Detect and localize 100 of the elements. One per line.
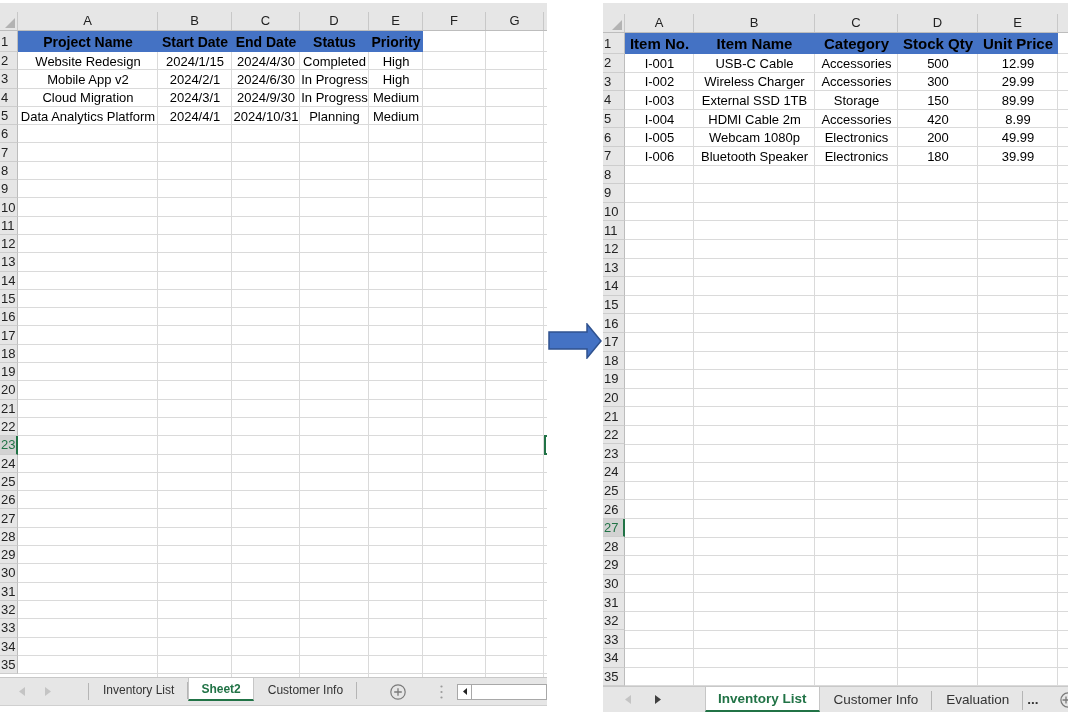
table-cell[interactable]: 2024/6/30 bbox=[232, 70, 300, 89]
table-cell[interactable]: 300 bbox=[898, 72, 978, 92]
caret-left-icon[interactable] bbox=[462, 688, 467, 695]
column-header[interactable]: A bbox=[625, 14, 694, 32]
header-cell[interactable]: Item Name bbox=[694, 33, 815, 54]
table-cell[interactable]: 49.99 bbox=[978, 128, 1058, 147]
sheet-tab[interactable]: Sheet2 bbox=[188, 678, 254, 701]
header-cell[interactable]: Stock Qty bbox=[898, 33, 978, 54]
plus-circle-icon[interactable] bbox=[1058, 691, 1068, 708]
row-header[interactable]: 11 bbox=[603, 221, 625, 240]
more-tabs-button[interactable]: ... bbox=[1025, 692, 1041, 707]
table-cell[interactable]: I-002 bbox=[625, 72, 694, 92]
row-header[interactable]: 6 bbox=[603, 128, 625, 147]
triangle-icon[interactable] bbox=[5, 18, 15, 28]
table-cell[interactable]: Storage bbox=[815, 91, 898, 110]
vertical-dots-icon[interactable] bbox=[440, 684, 444, 699]
table-cell[interactable]: 2024/1/15 bbox=[158, 52, 232, 71]
column-header[interactable]: G bbox=[486, 12, 544, 30]
row-header[interactable]: 6 bbox=[0, 125, 18, 144]
row-header[interactable]: 14 bbox=[603, 277, 625, 296]
table-cell[interactable]: I-004 bbox=[625, 109, 694, 129]
row-header[interactable]: 26 bbox=[0, 491, 18, 510]
table-cell[interactable]: Medium bbox=[369, 106, 423, 126]
row-header[interactable]: 34 bbox=[603, 649, 625, 668]
table-cell[interactable]: 39.99 bbox=[978, 146, 1058, 166]
row-header[interactable]: 24 bbox=[603, 463, 625, 482]
column-header[interactable]: D bbox=[898, 14, 978, 32]
table-cell[interactable]: 200 bbox=[898, 128, 978, 147]
spreadsheet-grid[interactable] bbox=[603, 0, 1068, 686]
table-cell[interactable]: In Progress bbox=[300, 70, 369, 89]
table-cell[interactable]: 2024/4/30 bbox=[232, 52, 300, 71]
triangle-icon[interactable] bbox=[612, 20, 622, 30]
sheet-tab[interactable]: Inventory List bbox=[705, 687, 820, 712]
table-cell[interactable]: 420 bbox=[898, 109, 978, 129]
row-header[interactable]: 9 bbox=[0, 180, 18, 199]
column-header[interactable]: D bbox=[300, 12, 369, 30]
sheet-tab[interactable]: Inventory List bbox=[89, 678, 189, 701]
row-header[interactable]: 21 bbox=[603, 407, 625, 426]
row-header[interactable]: 3 bbox=[0, 70, 18, 89]
table-cell[interactable]: In Progress bbox=[300, 88, 369, 107]
table-cell[interactable]: USB-C Cable bbox=[694, 54, 815, 73]
row-header[interactable]: 9 bbox=[603, 184, 625, 203]
row-header[interactable]: 17 bbox=[0, 326, 18, 345]
row-header[interactable]: 29 bbox=[0, 546, 18, 565]
row-header[interactable]: 19 bbox=[603, 370, 625, 389]
header-cell[interactable]: Status bbox=[300, 31, 369, 52]
row-header[interactable]: 29 bbox=[603, 556, 625, 575]
row-header[interactable]: 28 bbox=[603, 537, 625, 557]
header-cell[interactable]: Item No. bbox=[625, 33, 694, 54]
table-cell[interactable]: Electronics bbox=[815, 146, 898, 166]
sheet-tab[interactable]: Evaluation bbox=[932, 687, 1024, 712]
row-header[interactable]: 30 bbox=[0, 564, 18, 583]
column-header[interactable]: B bbox=[694, 14, 815, 32]
column-header[interactable]: A bbox=[18, 12, 158, 30]
table-cell[interactable]: Cloud Migration bbox=[18, 88, 158, 107]
row-header[interactable]: 27 bbox=[0, 509, 18, 528]
row-header[interactable]: 2 bbox=[603, 54, 625, 73]
table-cell[interactable]: External SSD 1TB bbox=[694, 91, 815, 110]
table-cell[interactable]: 2024/3/1 bbox=[158, 88, 232, 107]
table-cell[interactable]: High bbox=[369, 70, 423, 89]
table-cell[interactable]: HDMI Cable 2m bbox=[694, 109, 815, 129]
table-cell[interactable]: Medium bbox=[369, 88, 423, 107]
table-cell[interactable]: 2024/10/31 bbox=[232, 106, 300, 126]
column-header[interactable]: F bbox=[423, 12, 486, 30]
row-header[interactable]: 2 bbox=[0, 52, 18, 71]
table-cell[interactable]: 2024/9/30 bbox=[232, 88, 300, 107]
table-cell[interactable]: Website Redesign bbox=[18, 52, 158, 71]
caret-right-icon[interactable] bbox=[655, 695, 661, 704]
table-cell[interactable]: Completed bbox=[300, 52, 369, 71]
column-header[interactable]: B bbox=[158, 12, 232, 30]
header-cell[interactable]: Priority bbox=[369, 31, 423, 52]
scroll-left-button[interactable] bbox=[457, 683, 473, 700]
header-cell[interactable]: Start Date bbox=[158, 31, 232, 52]
column-header[interactable]: C bbox=[232, 12, 300, 30]
column-header[interactable]: E bbox=[369, 12, 423, 30]
table-cell[interactable]: Accessories bbox=[815, 72, 898, 92]
header-cell[interactable]: Unit Price bbox=[978, 33, 1058, 54]
row-header[interactable]: 33 bbox=[0, 619, 18, 638]
header-cell[interactable]: Category bbox=[815, 33, 898, 54]
table-cell[interactable]: 8.99 bbox=[978, 109, 1058, 129]
table-cell[interactable]: Webcam 1080p bbox=[694, 128, 815, 147]
spreadsheet-grid[interactable] bbox=[0, 0, 547, 677]
header-cell[interactable]: Project Name bbox=[18, 31, 158, 52]
table-cell[interactable]: 180 bbox=[898, 146, 978, 166]
column-header[interactable]: C bbox=[815, 14, 898, 32]
row-header[interactable]: 13 bbox=[0, 253, 18, 272]
table-cell[interactable]: Bluetooth Speaker bbox=[694, 146, 815, 166]
table-cell[interactable]: 150 bbox=[898, 91, 978, 110]
row-header[interactable]: 19 bbox=[0, 363, 18, 382]
header-cell[interactable]: End Date bbox=[232, 31, 300, 52]
table-cell[interactable]: 12.99 bbox=[978, 54, 1058, 73]
row-header[interactable]: 31 bbox=[603, 593, 625, 612]
row-header[interactable]: 1 bbox=[0, 31, 18, 52]
row-header[interactable]: 16 bbox=[0, 308, 18, 327]
row-header[interactable]: 10 bbox=[0, 198, 18, 217]
plus-circle-icon[interactable] bbox=[390, 683, 407, 700]
table-cell[interactable]: High bbox=[369, 52, 423, 71]
table-cell[interactable]: Accessories bbox=[815, 54, 898, 73]
table-cell[interactable]: Data Analytics Platform bbox=[18, 106, 158, 126]
table-cell[interactable]: Mobile App v2 bbox=[18, 70, 158, 89]
